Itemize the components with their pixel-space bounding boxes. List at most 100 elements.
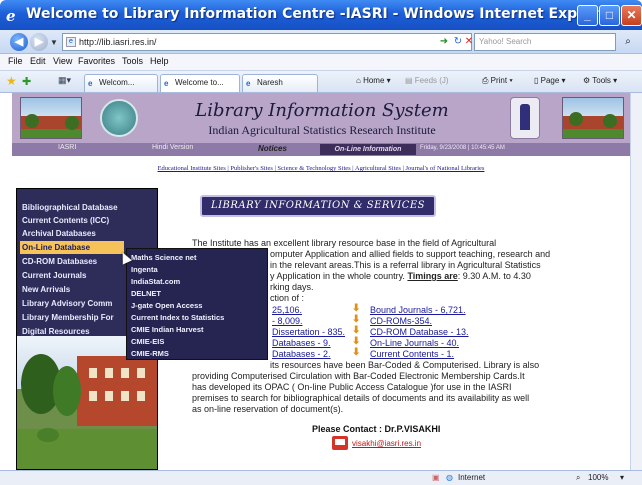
- mail-icon: [332, 436, 348, 450]
- nav-notices-link[interactable]: Notices: [258, 144, 287, 153]
- feeds-button[interactable]: ▤ Feeds (J): [405, 76, 449, 85]
- tab-welcom[interactable]: e Welcom...: [84, 74, 158, 92]
- vertical-scrollbar[interactable]: [630, 93, 642, 470]
- menu-edit[interactable]: Edit: [30, 56, 46, 66]
- sidebar-item-current-journals[interactable]: Current Journals: [20, 269, 86, 282]
- submenu-item-maths-science-net[interactable]: Maths Science net: [131, 252, 196, 264]
- feeds-icon: ▤: [405, 76, 413, 85]
- sidebar-item-library-advisory[interactable]: Library Advisory Comm: [20, 297, 112, 310]
- minimize-button[interactable]: _: [577, 5, 598, 26]
- collection-left-link[interactable]: Dissertation - 835.: [272, 327, 345, 337]
- zoom-icon[interactable]: ⌕: [576, 473, 580, 483]
- submenu-item-cmie-indian-harvest[interactable]: CMIE Indian Harvest: [131, 324, 204, 336]
- collection-right-link[interactable]: Current Contents - 1.: [370, 349, 454, 359]
- site-links[interactable]: Educational Institute Sites | Publisher'…: [12, 165, 630, 172]
- icar-emblem: [510, 97, 540, 139]
- submenu-item-delnet[interactable]: DELNET: [131, 288, 161, 300]
- search-icon[interactable]: ⌕: [620, 34, 636, 50]
- site-title: Library Information System: [195, 100, 449, 121]
- site-header: Library Information System Indian Agricu…: [12, 93, 630, 143]
- submenu-item-cmie-eis[interactable]: CMIE-EIS: [131, 336, 164, 348]
- back-button[interactable]: ◀: [10, 33, 28, 51]
- search-input[interactable]: Yahoo! Search: [474, 33, 616, 51]
- menu-tools[interactable]: Tools: [122, 56, 143, 66]
- closing-line: premises to search for bibliographical d…: [192, 393, 530, 403]
- sidebar-item-current-contents[interactable]: Current Contents (ICC): [20, 214, 109, 227]
- tab-naresh[interactable]: e Naresh: [242, 74, 318, 92]
- sidebar-item-cdrom-databases[interactable]: CD-ROM Databases: [20, 255, 97, 268]
- sidebar-item-new-arrivals[interactable]: New Arrivals: [20, 283, 70, 296]
- status-bar: ▣ ◍ Internet ⌕ 100% ▾: [0, 470, 642, 485]
- tab-favicon-icon: e: [164, 79, 169, 88]
- intro-line: ction of :: [270, 293, 305, 303]
- menu-view[interactable]: View: [53, 56, 72, 66]
- zoom-level[interactable]: 100%: [588, 473, 608, 482]
- submenu-item-indiastat[interactable]: IndiaStat.com: [131, 276, 180, 288]
- maximize-button[interactable]: □: [599, 5, 620, 26]
- page-button[interactable]: ▯ Page ▾: [534, 76, 566, 85]
- sidebar-item-archival-databases[interactable]: Archival Databases: [20, 227, 96, 240]
- menu-help[interactable]: Help: [150, 56, 169, 66]
- close-button[interactable]: ✕: [621, 5, 642, 26]
- timings-label: Timings are: [407, 271, 458, 281]
- menu-file[interactable]: File: [8, 56, 23, 66]
- contact-label: Please Contact : Dr.P.VISAKHI: [312, 424, 441, 434]
- browser-viewport: Library Information System Indian Agricu…: [0, 93, 642, 470]
- intro-line: in the relevant areas.This is a referral…: [270, 260, 541, 270]
- quick-tabs-icon[interactable]: ▦▾: [58, 75, 71, 86]
- menu-favorites[interactable]: Favorites: [78, 56, 115, 66]
- tools-label: Tools: [592, 76, 611, 85]
- tools-button[interactable]: ⚙ Tools ▾: [583, 76, 617, 85]
- globe-icon: ◍: [446, 473, 453, 482]
- nav-iasri-link[interactable]: IASRI: [58, 144, 76, 151]
- address-bar: ◀ ▶ ▼ e http://lib.iasri.res.in/ ➜ ↻ ✕ Y…: [0, 30, 642, 54]
- favorites-star-icon[interactable]: ★: [6, 74, 17, 88]
- tab-favicon-icon: e: [246, 79, 251, 88]
- sidebar-item-bibliographical-database[interactable]: Bibliographical Database: [20, 201, 118, 214]
- web-page: Library Information System Indian Agricu…: [12, 93, 630, 470]
- contact-email-link[interactable]: visakhi@iasri.res.in: [352, 439, 421, 448]
- tab-label: Welcome to...: [175, 78, 224, 87]
- tab-label: Welcom...: [99, 78, 135, 87]
- section-title: LIBRARY INFORMATION & SERVICES: [200, 195, 436, 217]
- collection-left-link[interactable]: Databases - 9.: [272, 338, 331, 348]
- feeds-label: Feeds (J): [414, 76, 449, 85]
- title-bar: e Welcome to Library Information Centre …: [0, 0, 642, 30]
- page-icon: ▯: [534, 76, 539, 85]
- recent-pages-chevron-icon[interactable]: ▼: [50, 38, 58, 47]
- print-button[interactable]: ⎙ Print ▾: [482, 76, 513, 86]
- add-favorite-icon[interactable]: ✚: [22, 75, 31, 88]
- submenu-item-ingenta[interactable]: Ingenta: [131, 264, 158, 276]
- url-text: http://lib.iasri.res.in/: [79, 37, 157, 47]
- page-label: Page: [540, 76, 560, 85]
- collection-left-link[interactable]: - 8,009.: [272, 316, 303, 326]
- collection-right-link[interactable]: CD-ROM Database - 13.: [370, 327, 469, 337]
- closing-line: its resources have been Bar-Coded & Comp…: [270, 360, 540, 370]
- submenu-item-current-index-statistics[interactable]: Current Index to Statistics: [131, 312, 224, 324]
- campus-photo-left: [20, 97, 82, 139]
- intro-line: The Institute has an excellent library r…: [192, 238, 497, 248]
- collection-right-link[interactable]: On-Line Journals - 40.: [370, 338, 459, 348]
- collection-left-link[interactable]: 25,106.: [272, 305, 302, 315]
- ie-logo-icon: e: [6, 7, 16, 25]
- nav-hindi-link[interactable]: Hindi Version: [152, 144, 193, 151]
- forward-button[interactable]: ▶: [30, 33, 48, 51]
- sidebar-item-online-database[interactable]: On-Line Database: [20, 241, 124, 254]
- home-label: Home: [363, 76, 385, 85]
- home-icon: ⌂: [356, 76, 361, 85]
- tab-welcome-to[interactable]: e Welcome to...: [160, 74, 240, 92]
- collection-left-link[interactable]: Databases - 2.: [272, 349, 331, 359]
- zoom-dropdown-chevron-down-icon[interactable]: ▾: [620, 473, 624, 482]
- submenu-item-cmie-rms[interactable]: CMIE-RMS: [131, 348, 169, 360]
- home-button[interactable]: ⌂ Home ▾: [356, 76, 391, 85]
- intro-line: y Application in the whole country.: [270, 271, 405, 281]
- url-input[interactable]: e http://lib.iasri.res.in/: [62, 33, 472, 51]
- nav-online-information-link[interactable]: On-Line Information: [320, 144, 416, 155]
- campus-photo-right: [562, 97, 624, 139]
- collection-right-link[interactable]: CD-ROMs-354.: [370, 316, 432, 326]
- collection-right-link[interactable]: Bound Journals - 6,721.: [370, 305, 466, 315]
- institute-logo: [100, 99, 138, 137]
- arrow-down-icon: ⬇: [352, 336, 361, 347]
- go-icon[interactable]: ➜: [437, 35, 451, 49]
- sidebar-item-library-membership[interactable]: Library Membership For: [20, 311, 114, 324]
